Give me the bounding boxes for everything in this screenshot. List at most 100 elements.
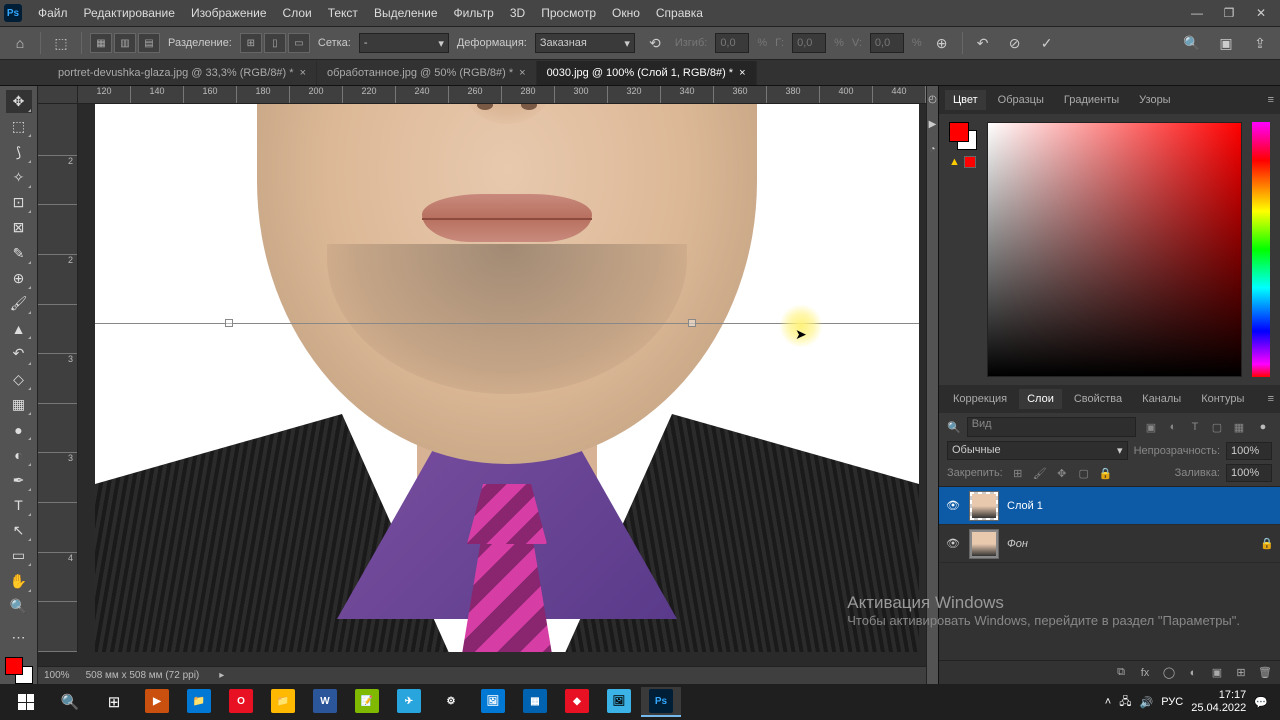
edit-toolbar-icon[interactable]: ⋯ <box>6 626 32 649</box>
lock-artboard-icon[interactable]: ▢ <box>1075 465 1093 481</box>
move-tool[interactable]: ✥ <box>6 90 32 113</box>
dodge-tool[interactable]: ◐ <box>6 443 32 466</box>
zoom-tool[interactable]: 🔍 <box>6 595 32 618</box>
hue-slider[interactable] <box>1252 122 1270 377</box>
close-icon[interactable]: × <box>300 67 306 79</box>
tray-notifications-icon[interactable]: 💬 <box>1254 696 1268 709</box>
menu-file[interactable]: Файл <box>30 6 76 20</box>
orientation-icon[interactable]: ⟲ <box>643 31 667 55</box>
menu-filter[interactable]: Фильтр <box>446 6 502 20</box>
start-button[interactable] <box>4 686 48 718</box>
split-row-icon[interactable]: ▭ <box>288 33 310 53</box>
split-vert-icon[interactable]: ▥ <box>114 33 136 53</box>
tab-adjustments[interactable]: Коррекция <box>945 389 1015 409</box>
filter-type-icon[interactable]: T <box>1186 419 1204 435</box>
warp-dropdown[interactable]: Заказная▾ <box>535 33 635 53</box>
tab-color[interactable]: Цвет <box>945 90 986 110</box>
ruler-vertical[interactable]: 22334 <box>38 104 78 652</box>
layer-filter-dropdown[interactable]: Вид <box>967 417 1136 437</box>
group-icon[interactable]: ▣ <box>1208 664 1226 682</box>
healing-tool[interactable]: ⊕ <box>6 267 32 290</box>
visibility-toggle[interactable]: 👁 <box>945 499 961 512</box>
taskbar-app[interactable]: O <box>221 687 261 717</box>
menu-image[interactable]: Изображение <box>183 6 275 20</box>
crop-tool[interactable]: ⊡ <box>6 191 32 214</box>
adjustment-layer-icon[interactable]: ◐ <box>1184 664 1202 682</box>
menu-help[interactable]: Справка <box>648 6 711 20</box>
layer-style-icon[interactable]: fx <box>1136 664 1154 682</box>
warp-mode-icon[interactable]: ⊕ <box>930 31 954 55</box>
visibility-toggle[interactable]: 👁 <box>945 537 961 550</box>
shape-tool[interactable]: ▭ <box>6 544 32 567</box>
split-grid3-icon[interactable]: ⊞ <box>240 33 262 53</box>
new-layer-icon[interactable]: ⊞ <box>1232 664 1250 682</box>
tab-gradients[interactable]: Градиенты <box>1056 90 1127 110</box>
color-swatches-mini[interactable] <box>949 122 977 150</box>
layer-name[interactable]: Слой 1 <box>1007 500 1274 512</box>
tab-properties[interactable]: Свойства <box>1066 389 1130 409</box>
grid-dropdown[interactable]: -▾ <box>359 33 449 53</box>
blur-tool[interactable]: ● <box>6 418 32 441</box>
color-swatches[interactable] <box>5 657 33 684</box>
eyedropper-tool[interactable]: ✎ <box>6 241 32 264</box>
taskbar-photoshop[interactable]: Ps <box>641 687 681 717</box>
minimize-button[interactable]: — <box>1182 3 1212 23</box>
marquee-tool[interactable]: ⬚ <box>6 115 32 138</box>
frame-tool[interactable]: ⊠ <box>6 216 32 239</box>
history-brush-tool[interactable]: ↶ <box>6 342 32 365</box>
taskbar-app[interactable]: 🖼 <box>473 687 513 717</box>
taskbar-app[interactable]: W <box>305 687 345 717</box>
tab-patterns[interactable]: Узоры <box>1131 90 1178 110</box>
layer-row[interactable]: 👁 Слой 1 <box>939 487 1280 525</box>
taskbar-app[interactable]: ▶ <box>137 687 177 717</box>
doc-tab-2[interactable]: 0030.jpg @ 100% (Слой 1, RGB/8#) *× <box>537 61 757 85</box>
hand-tool[interactable]: ✋ <box>6 569 32 592</box>
menu-window[interactable]: Окно <box>604 6 648 20</box>
filter-adjust-icon[interactable]: ◐ <box>1164 419 1182 435</box>
link-layers-icon[interactable]: ⧉ <box>1112 664 1130 682</box>
close-icon[interactable]: × <box>519 67 525 79</box>
scrollbar-horizontal[interactable] <box>38 652 926 666</box>
pen-tool[interactable]: ✒ <box>6 469 32 492</box>
path-select-tool[interactable]: ↖ <box>6 519 32 542</box>
blend-mode-dropdown[interactable]: Обычные ▾ <box>947 441 1128 460</box>
warp-handle[interactable] <box>225 319 233 327</box>
layer-name[interactable]: Фон <box>1007 538 1252 550</box>
doc-tab-1[interactable]: обработанное.jpg @ 50% (RGB/8#) *× <box>317 61 537 85</box>
canvas[interactable]: ➤ <box>78 104 926 652</box>
taskbar-explorer[interactable]: 📁 <box>263 687 303 717</box>
ruler-horizontal[interactable]: 1201401601802002202402602803003203403603… <box>78 86 926 104</box>
layer-thumbnail[interactable] <box>969 529 999 559</box>
menu-text[interactable]: Текст <box>320 6 366 20</box>
lock-brush-icon[interactable]: 🖌 <box>1031 465 1049 481</box>
arrange-icon[interactable]: ▣ <box>1214 31 1238 55</box>
type-tool[interactable]: T <box>6 494 32 517</box>
panel-menu-icon[interactable]: ≡ <box>1268 393 1274 405</box>
history-icon[interactable]: ◴ <box>928 94 937 105</box>
filter-toggle[interactable]: ● <box>1254 419 1272 435</box>
taskbar-app[interactable]: 📁 <box>179 687 219 717</box>
split-cross-icon[interactable]: ▦ <box>90 33 112 53</box>
taskbar-settings[interactable]: ⚙ <box>431 687 471 717</box>
tray-volume-icon[interactable]: 🔊 <box>1140 696 1154 709</box>
menu-layers[interactable]: Слои <box>275 6 320 20</box>
undo-icon[interactable]: ↶ <box>971 31 995 55</box>
doc-tab-0[interactable]: portret-devushka-glaza.jpg @ 33,3% (RGB/… <box>48 61 317 85</box>
close-button[interactable]: ✕ <box>1246 3 1276 23</box>
tray-chevron-icon[interactable]: ˄ <box>1105 696 1111 708</box>
filter-image-icon[interactable]: ▣ <box>1142 419 1160 435</box>
tab-swatches[interactable]: Образцы <box>990 90 1052 110</box>
taskbar-app[interactable]: 📝 <box>347 687 387 717</box>
taskbar-app[interactable]: ◆ <box>557 687 597 717</box>
home-icon[interactable]: ⌂ <box>8 31 32 55</box>
tab-layers[interactable]: Слои <box>1019 389 1062 409</box>
wand-tool[interactable]: ✧ <box>6 166 32 189</box>
tab-channels[interactable]: Каналы <box>1134 389 1189 409</box>
filter-smart-icon[interactable]: ▦ <box>1230 419 1248 435</box>
tray-language[interactable]: РУС <box>1161 696 1183 708</box>
taskbar-app[interactable]: ▦ <box>515 687 555 717</box>
lock-pixels-icon[interactable]: ⊞ <box>1009 465 1027 481</box>
cancel-icon[interactable]: ⊘ <box>1003 31 1027 55</box>
close-icon[interactable]: × <box>739 67 745 79</box>
menu-3d[interactable]: 3D <box>502 6 533 20</box>
